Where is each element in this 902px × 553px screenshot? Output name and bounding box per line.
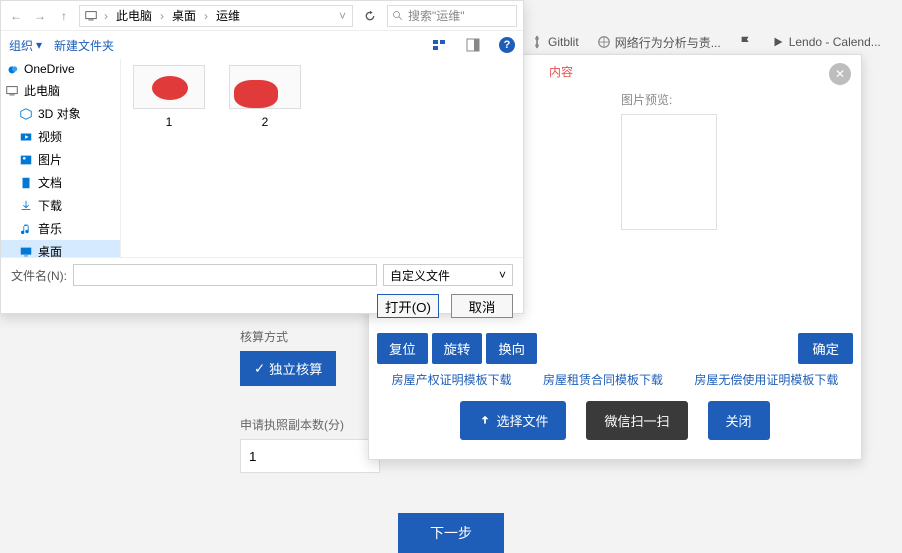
tab-label: Lendo - Calend... <box>789 35 881 49</box>
close-button[interactable]: 关闭 <box>708 401 770 440</box>
nav-back-button[interactable]: ← <box>7 7 25 25</box>
tree-node[interactable]: OneDrive <box>1 59 120 79</box>
download-icon <box>19 199 33 213</box>
close-icon: ✕ <box>835 67 845 81</box>
file-thumb[interactable]: 1 <box>131 65 207 129</box>
dl-lease[interactable]: 房屋租赁合同模板下载 <box>543 373 663 387</box>
tab-netanalysis[interactable]: 网络行为分析与责... <box>597 34 721 51</box>
tab-gitblit[interactable]: Gitblit <box>530 35 579 49</box>
chevron-down-icon: ˅ <box>499 268 506 282</box>
check-icon: ✓ <box>254 361 265 377</box>
address-bar[interactable]: ›此电脑 ›桌面 ›运维 ˅ <box>79 5 353 27</box>
tree-node[interactable]: 3D 对象 <box>1 102 120 125</box>
confirm-button[interactable]: 确定 <box>798 333 853 364</box>
nav-tree: OneDrive此电脑3D 对象视频图片文档下载音乐桌面Windows-SSD … <box>1 59 121 257</box>
copies-input[interactable] <box>240 439 380 473</box>
rotate-button[interactable]: 旋转 <box>432 333 483 364</box>
view-menu-icon[interactable] <box>431 37 447 53</box>
tree-node[interactable]: 文档 <box>1 171 120 194</box>
search-input[interactable]: 搜索"运维" <box>387 5 517 27</box>
onedrive-icon <box>5 62 19 76</box>
preview-label: 图片预览: <box>621 91 841 108</box>
tab-lendo[interactable]: Lendo - Calend... <box>771 35 881 49</box>
file-open-dialog: ← → ↑ ›此电脑 ›桌面 ›运维 ˅ 搜索"运维" 组织▾ 新建文件夹 ? … <box>0 0 524 314</box>
tree-node[interactable]: 桌面 <box>1 240 120 257</box>
dl-ownership[interactable]: 房屋产权证明模板下载 <box>392 373 512 387</box>
select-file-button[interactable]: 选择文件 <box>460 401 566 440</box>
mirror-button[interactable]: 换向 <box>486 333 537 364</box>
doc-icon <box>19 176 33 190</box>
open-button[interactable]: 打开(O) <box>377 294 439 318</box>
tree-node[interactable]: 下载 <box>1 194 120 217</box>
file-grid: 1 2 <box>121 59 523 257</box>
dl-freeuse[interactable]: 房屋无偿使用证明模板下载 <box>694 373 838 387</box>
new-folder-button[interactable]: 新建文件夹 <box>54 37 114 54</box>
chevron-down-icon[interactable]: ˅ <box>339 9 346 23</box>
help-button[interactable]: ? <box>499 37 515 53</box>
image-icon <box>19 153 33 167</box>
pc-icon <box>5 84 19 98</box>
tab-flag[interactable] <box>739 35 753 49</box>
tree-node[interactable]: 图片 <box>1 148 120 171</box>
globe-icon <box>597 35 611 49</box>
tree-node[interactable]: 此电脑 <box>1 79 120 102</box>
upload-icon <box>478 414 492 428</box>
git-icon <box>530 35 544 49</box>
pc-icon <box>84 9 98 23</box>
image-preview-box <box>621 114 717 230</box>
reset-button[interactable]: 复位 <box>377 333 428 364</box>
template-download-links: 房屋产权证明模板下载 房屋租赁合同模板下载 房屋无偿使用证明模板下载 <box>369 371 861 388</box>
tab-label: 网络行为分析与责... <box>615 34 721 51</box>
search-placeholder: 搜索"运维" <box>408 7 465 24</box>
filename-input[interactable] <box>73 264 377 286</box>
desktop-icon <box>19 245 33 258</box>
nav-up-button[interactable]: ↑ <box>55 7 73 25</box>
refresh-button[interactable] <box>359 5 381 27</box>
modal-header-fragment: 内容 <box>549 63 573 80</box>
chevron-down-icon: ▾ <box>36 38 42 52</box>
organize-menu[interactable]: 组织▾ <box>9 37 42 54</box>
nav-fwd-button[interactable]: → <box>31 7 49 25</box>
cube-icon <box>19 107 33 121</box>
search-icon <box>392 10 404 22</box>
flag-icon <box>739 35 753 49</box>
music-icon <box>19 222 33 236</box>
next-step-button[interactable]: 下一步 <box>398 513 504 553</box>
refresh-icon <box>363 9 377 23</box>
cancel-button[interactable]: 取消 <box>451 294 513 318</box>
tree-node[interactable]: 音乐 <box>1 217 120 240</box>
video-icon <box>19 130 33 144</box>
wechat-scan-button[interactable]: 微信扫一扫 <box>586 401 687 440</box>
indep-calc-button[interactable]: ✓独立核算 <box>240 351 336 386</box>
modal-close-button[interactable]: ✕ <box>829 63 851 85</box>
play-icon <box>771 35 785 49</box>
tab-label: Gitblit <box>548 35 579 49</box>
tree-node[interactable]: 视频 <box>1 125 120 148</box>
file-filter-dropdown[interactable]: 自定义文件˅ <box>383 264 513 286</box>
filename-label: 文件名(N): <box>11 267 67 284</box>
preview-pane-icon[interactable] <box>465 37 481 53</box>
file-thumb[interactable]: 2 <box>227 65 303 129</box>
